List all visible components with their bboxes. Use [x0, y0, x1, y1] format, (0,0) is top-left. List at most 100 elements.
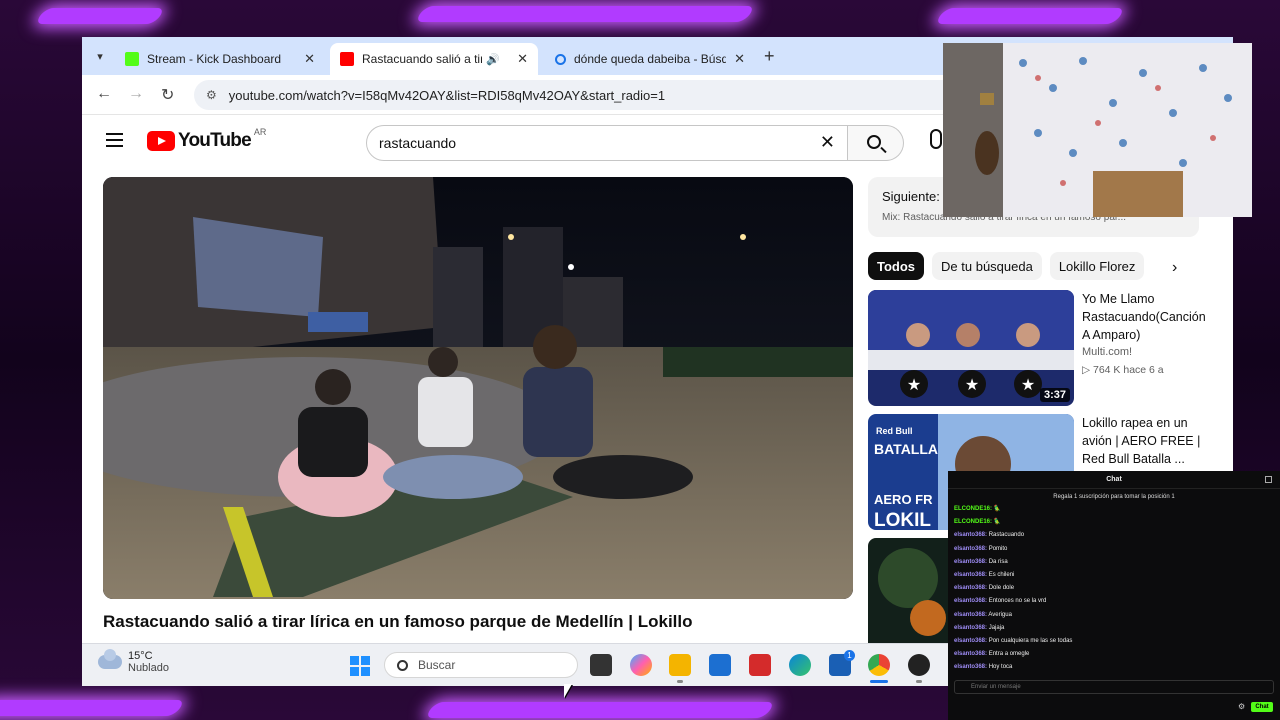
chat-message: elsanto368: Rastacuando [948, 529, 1280, 542]
close-icon[interactable]: ✕ [296, 51, 315, 67]
new-tab-button[interactable]: + [764, 46, 775, 67]
overlay-glow [934, 8, 1126, 24]
svg-text:★: ★ [1021, 375, 1035, 394]
tab-kick-dashboard[interactable]: Stream - Kick Dashboard ✕ [115, 43, 325, 75]
chat-message: elsanto368: Pon cualquiera me las se tod… [948, 635, 1280, 648]
speaker-icon[interactable]: 🔊 [486, 53, 500, 66]
forward-icon[interactable]: → [128, 85, 144, 103]
chat-username[interactable]: ELCONDE16: [954, 519, 992, 525]
video-frame [103, 177, 853, 599]
mouse-cursor [564, 684, 572, 698]
thumbnail-text: BATALLA [874, 441, 938, 457]
chevron-right-icon[interactable]: › [1172, 259, 1177, 277]
search-icon [397, 659, 408, 671]
chat-message: elsanto368: Hoy toca [948, 661, 1280, 674]
chip-de-tu-busqueda[interactable]: De tu búsqueda [932, 252, 1042, 280]
chat-message: elsanto368: Pomito [948, 543, 1280, 556]
close-icon[interactable]: ✕ [509, 51, 528, 67]
overlay-glow [34, 8, 166, 24]
chat-message: elsanto368: Da risa [948, 556, 1280, 569]
task-view-icon[interactable] [590, 654, 612, 676]
chat-message: ELCONDE16: 🦜 [948, 516, 1280, 529]
chat-text: Hoy toca [988, 664, 1013, 671]
chat-username[interactable]: elsanto368: [954, 625, 987, 631]
chat-username[interactable]: elsanto368: [954, 572, 987, 578]
video-player[interactable] [103, 177, 853, 599]
search-icon [867, 135, 881, 149]
chat-text: Dole dole [988, 585, 1015, 592]
chat-message-input[interactable]: Enviar un mensaje [954, 680, 1274, 694]
svg-text:★: ★ [965, 375, 979, 394]
chat-username[interactable]: elsanto368: [954, 612, 987, 618]
recommendation-meta: Yo Me Llamo Rastacuando(Canción A Amparo… [1082, 292, 1206, 376]
chat-username[interactable]: elsanto368: [954, 546, 987, 552]
tab-youtube-video[interactable]: Rastacuando salió a tirar líri 🔊 ✕ [330, 43, 538, 75]
file-explorer-icon[interactable] [669, 654, 691, 676]
chat-message: elsanto368: Es chileni [948, 569, 1280, 582]
chat-text: Es chileni [988, 571, 1015, 578]
chat-text: Rastacuando [988, 532, 1025, 539]
menu-icon[interactable] [106, 133, 123, 151]
chat-send-button[interactable]: Chat [1251, 702, 1273, 712]
chat-text: 🦜 [993, 519, 1002, 526]
recommendation-meta: Lokillo rapea en un avión | AERO FREE | … [1082, 416, 1201, 466]
chat-messages: ELCONDE16: 🦜 ELCONDE16: 🦜 elsanto368: Rast… [948, 503, 1280, 674]
reload-icon[interactable]: ↻ [161, 85, 174, 105]
chat-text: Averigua [988, 611, 1012, 618]
edge-icon[interactable] [789, 654, 811, 676]
chat-text: Entra a omegle [988, 651, 1030, 658]
filter-chips: Todos De tu búsqueda Lokillo Florez [868, 252, 1152, 280]
windows-taskbar: 15°C Nublado Buscar 1 [82, 643, 948, 686]
chat-header: Chat [948, 471, 1280, 489]
url-field[interactable]: ⚙ youtube.com/watch?v=I58qMv42OAY&list=R… [194, 80, 1054, 110]
thumbnail-text: LOKIL [874, 510, 931, 530]
chat-message: elsanto368: Dole dole [948, 582, 1280, 595]
chat-message: ELCONDE16: 🦜 [948, 503, 1280, 516]
chat-username[interactable]: elsanto368: [954, 532, 987, 538]
app-icon[interactable] [709, 654, 731, 676]
chat-text: Jajaja [988, 624, 1005, 631]
microphone-icon[interactable] [930, 129, 942, 149]
windows-start-icon[interactable] [350, 656, 370, 676]
chat-message: elsanto368: Jajaja [948, 622, 1280, 635]
chrome-icon[interactable] [868, 654, 890, 676]
chat-username[interactable]: elsanto368: [954, 559, 987, 565]
chip-todos[interactable]: Todos [868, 252, 925, 280]
svg-text:★: ★ [907, 375, 921, 394]
chat-message: elsanto368: Averigua [948, 609, 1280, 622]
chat-username[interactable]: elsanto368: [954, 664, 987, 670]
video-title: Rastacuando salió a tirar lírica en un f… [103, 612, 693, 631]
chat-message: elsanto368: Entonces no se la vrd [948, 595, 1280, 608]
recommendation-item[interactable]: ★ ★ ★ 3:37 Yo Me Llamo Rastacuando(Canci… [868, 290, 1228, 406]
tab-search-button[interactable]: ▾ [90, 45, 110, 67]
chat-text: Pomito [988, 545, 1008, 552]
search-input[interactable]: rastacuando ✕ [366, 125, 848, 161]
youtube-logo[interactable]: YouTube AR [147, 127, 266, 152]
popout-icon[interactable] [1265, 476, 1272, 483]
chat-username[interactable]: elsanto368: [954, 651, 987, 657]
overlay-glow [424, 702, 776, 718]
overlay-glow [414, 6, 756, 22]
taskbar-search[interactable]: Buscar [384, 652, 578, 678]
back-icon[interactable]: ← [96, 85, 112, 103]
site-info-icon[interactable]: ⚙ [206, 88, 217, 102]
chat-username[interactable]: elsanto368: [954, 598, 987, 604]
video-thumbnail[interactable]: ★ ★ ★ 3:37 [868, 290, 1074, 406]
chat-username[interactable]: elsanto368: [954, 638, 987, 644]
chat-username[interactable]: ELCONDE16: [954, 506, 992, 512]
search-button[interactable] [848, 125, 904, 161]
weather-widget[interactable]: 15°C Nublado [98, 649, 169, 674]
clear-icon[interactable]: ✕ [820, 132, 835, 153]
mcafee-icon[interactable] [749, 654, 771, 676]
obs-icon[interactable] [908, 654, 930, 676]
youtube-icon [340, 52, 354, 66]
gear-icon[interactable]: ⚙ [1238, 702, 1245, 711]
store-icon[interactable]: 1 [829, 650, 855, 676]
copilot-icon[interactable] [630, 654, 652, 676]
thumbnail-text: AERO FR [874, 492, 933, 507]
close-icon[interactable]: ✕ [726, 51, 745, 67]
chat-username[interactable]: elsanto368: [954, 585, 987, 591]
tab-google-search[interactable]: dónde queda dabeiba - Búsque ✕ [545, 43, 755, 75]
chat-message: elsanto368: Entra a omegle [948, 648, 1280, 661]
chip-lokillo-florez[interactable]: Lokillo Florez [1049, 252, 1145, 280]
